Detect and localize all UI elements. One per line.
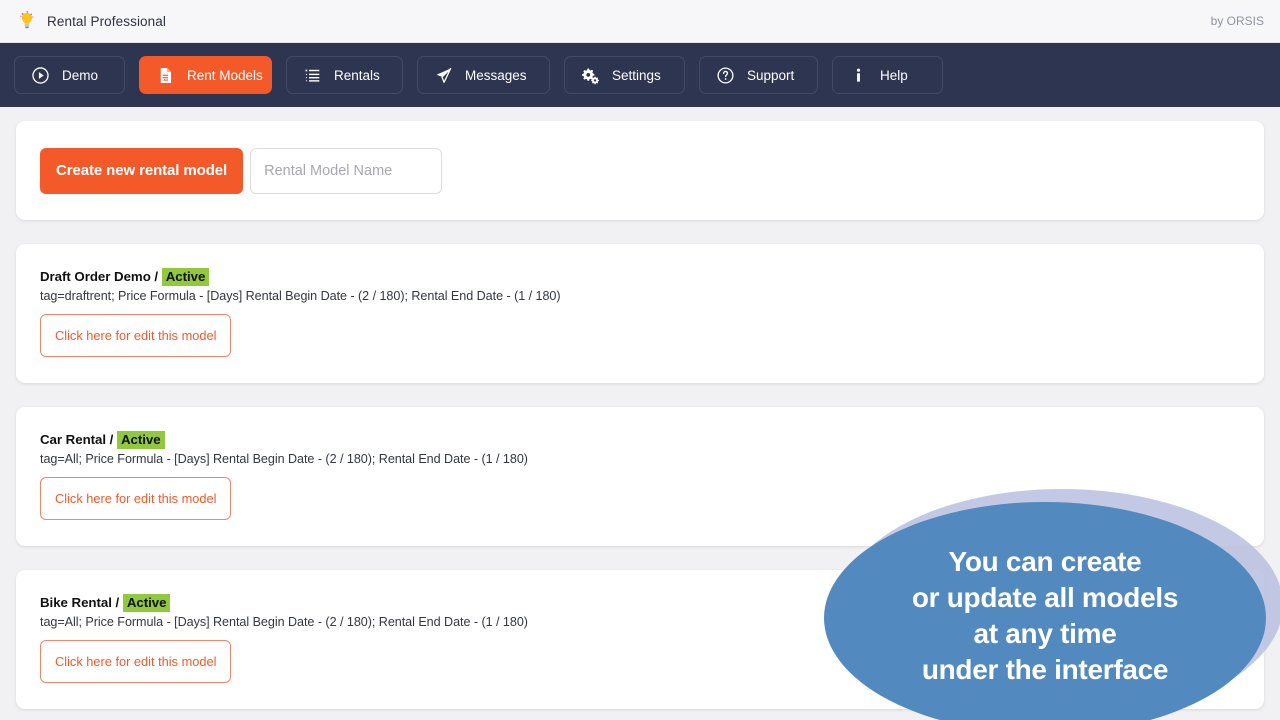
paper-plane-icon xyxy=(434,66,453,85)
create-new-rental-model-button[interactable]: Create new rental model xyxy=(40,147,244,194)
document-icon xyxy=(156,66,175,85)
model-title-row: Draft Order Demo / Active xyxy=(40,268,1240,286)
model-name: Draft Order Demo xyxy=(40,269,151,284)
nav-label-settings: Settings xyxy=(612,67,661,83)
nav-item-demo[interactable]: Demo xyxy=(14,56,125,94)
edit-model-button[interactable]: Click here for edit this model xyxy=(40,640,232,683)
lightbulb-icon xyxy=(16,10,38,32)
edit-model-button[interactable]: Click here for edit this model xyxy=(40,314,232,357)
nav-item-support[interactable]: Support xyxy=(699,56,818,94)
question-circle-icon xyxy=(716,66,735,85)
nav-item-rentals[interactable]: Rentals xyxy=(286,56,403,94)
nav-label-rentals: Rentals xyxy=(334,67,380,83)
model-title-separator: / xyxy=(106,432,117,447)
model-name: Bike Rental xyxy=(40,595,112,610)
model-title-row: Bike Rental / Active xyxy=(40,594,1240,612)
nav-item-messages[interactable]: Messages xyxy=(417,56,550,94)
nav-label-messages: Messages xyxy=(465,67,527,83)
app-title: Rental Professional xyxy=(47,13,166,29)
nav-item-help[interactable]: Help xyxy=(832,56,943,94)
info-icon xyxy=(849,66,868,85)
status-badge: Active xyxy=(161,268,210,286)
create-model-panel: Create new rental model xyxy=(16,121,1264,220)
model-title-separator: / xyxy=(111,595,123,610)
model-title-separator: / xyxy=(150,269,162,284)
nav-label-demo: Demo xyxy=(62,67,99,83)
app-titlebar: Rental Professional by ORSIS xyxy=(0,0,1280,43)
nav-label-help: Help xyxy=(880,67,908,83)
model-description: tag=draftrent; Price Formula - [Days] Re… xyxy=(40,289,561,303)
play-circle-icon xyxy=(31,66,50,85)
nav-item-settings[interactable]: Settings xyxy=(564,56,685,94)
nav-item-rent-models[interactable]: Rent Models xyxy=(139,56,272,94)
rental-model-name-input[interactable] xyxy=(250,147,443,194)
rental-model-card: Bike Rental / Active tag=All; Price Form… xyxy=(16,570,1264,709)
rental-model-card: Draft Order Demo / Active tag=draftrent;… xyxy=(16,244,1264,383)
list-icon xyxy=(303,66,322,85)
main-navbar: Demo Rent Models Rentals Messages Settin… xyxy=(0,43,1280,107)
status-badge: Active xyxy=(116,431,165,449)
main-content: Create new rental model Draft Order Demo… xyxy=(0,107,1280,720)
model-name: Car Rental xyxy=(40,432,107,447)
edit-model-button[interactable]: Click here for edit this model xyxy=(40,477,232,520)
vendor-byline: by ORSIS xyxy=(1210,14,1264,28)
model-title-row: Car Rental / Active xyxy=(40,431,1240,449)
rental-model-card: Car Rental / Active tag=All; Price Formu… xyxy=(16,407,1264,546)
model-description: tag=All; Price Formula - [Days] Rental B… xyxy=(40,615,528,629)
status-badge: Active xyxy=(122,594,171,612)
gears-icon xyxy=(581,66,600,85)
nav-label-support: Support xyxy=(747,67,795,83)
brand: Rental Professional xyxy=(16,10,166,32)
model-description: tag=All; Price Formula - [Days] Rental B… xyxy=(40,452,528,466)
nav-label-rent-models: Rent Models xyxy=(187,67,263,83)
